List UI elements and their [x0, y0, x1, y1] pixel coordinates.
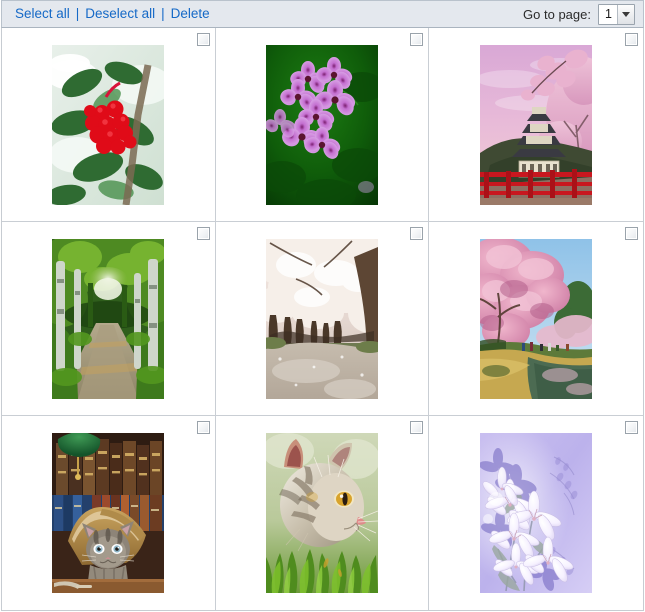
thumbnail-frame	[263, 431, 380, 595]
thumbnail-frame	[263, 42, 380, 207]
item-checkbox[interactable]	[410, 227, 424, 240]
gallery-cell[interactable]: Japanese castle with cherry blossoms and…	[429, 28, 643, 222]
gallery-cell[interactable]: Illustrated white lilies on lavender bac…	[429, 416, 643, 610]
gallery-cell[interactable]: Kitten in green grass looking to the sid…	[215, 416, 430, 610]
item-checkbox[interactable]	[196, 421, 210, 434]
page-select-value: 1	[605, 7, 612, 21]
thumbnail-image[interactable]	[480, 238, 593, 399]
delete-link[interactable]: Delete	[170, 7, 211, 21]
toolbar-separator-2: |	[161, 6, 165, 22]
thumbnail-grid: Red holly berries with snow on green lea…	[1, 28, 644, 611]
item-checkbox[interactable]	[625, 227, 638, 240]
select-all-link[interactable]: Select all	[14, 7, 71, 21]
goto-page-label: Go to page:	[523, 6, 591, 22]
thumbnail-image[interactable]	[265, 433, 378, 593]
gallery-toolbar: Select all | Deselect all | Delete Go to…	[1, 0, 644, 28]
page-select[interactable]: 1	[598, 3, 635, 25]
gallery-cell[interactable]: Pink cherry blossom trees beside a canal	[429, 222, 643, 416]
thumbnail-image[interactable]	[265, 238, 378, 399]
toolbar-separator-1: |	[75, 6, 80, 22]
item-checkbox[interactable]	[196, 227, 210, 240]
image-gallery-manager: Select all | Deselect all | Delete Go to…	[0, 0, 645, 612]
thumbnail-frame	[50, 236, 167, 401]
deselect-all-link[interactable]: Deselect all	[84, 7, 156, 21]
thumbnail-image[interactable]	[480, 44, 593, 205]
gallery-cell[interactable]: Green tree-lined gravel path in spring	[2, 222, 216, 416]
thumbnail-frame	[50, 431, 167, 595]
pagination-controls: Go to page: 1	[523, 3, 635, 25]
thumbnail-frame	[478, 431, 595, 595]
item-checkbox[interactable]	[625, 421, 638, 434]
thumbnail-image[interactable]	[480, 433, 593, 593]
thumbnail-image[interactable]	[52, 433, 165, 593]
toolbar-actions: Select all | Deselect all | Delete	[14, 7, 211, 21]
thumbnail-image[interactable]	[52, 44, 165, 205]
gallery-cell[interactable]: Tabby kitten under an open book in a lib…	[2, 416, 216, 610]
thumbnail-frame	[478, 42, 595, 207]
gallery-cell[interactable]: White cherry blossom trees over a petal-…	[215, 222, 430, 416]
thumbnail-image[interactable]	[265, 44, 378, 205]
gallery-cell[interactable]: Red holly berries with snow on green lea…	[2, 28, 216, 222]
item-checkbox[interactable]	[410, 421, 424, 434]
thumbnail-frame	[478, 236, 595, 401]
thumbnail-frame	[50, 42, 167, 207]
item-checkbox[interactable]	[625, 33, 638, 46]
gallery-cell[interactable]: Purple oxalis flowers on dark green foli…	[215, 28, 430, 222]
item-checkbox[interactable]	[196, 33, 210, 46]
thumbnail-frame	[263, 236, 380, 401]
thumbnail-image[interactable]	[52, 238, 165, 399]
chevron-down-icon	[617, 4, 634, 24]
item-checkbox[interactable]	[410, 33, 424, 46]
